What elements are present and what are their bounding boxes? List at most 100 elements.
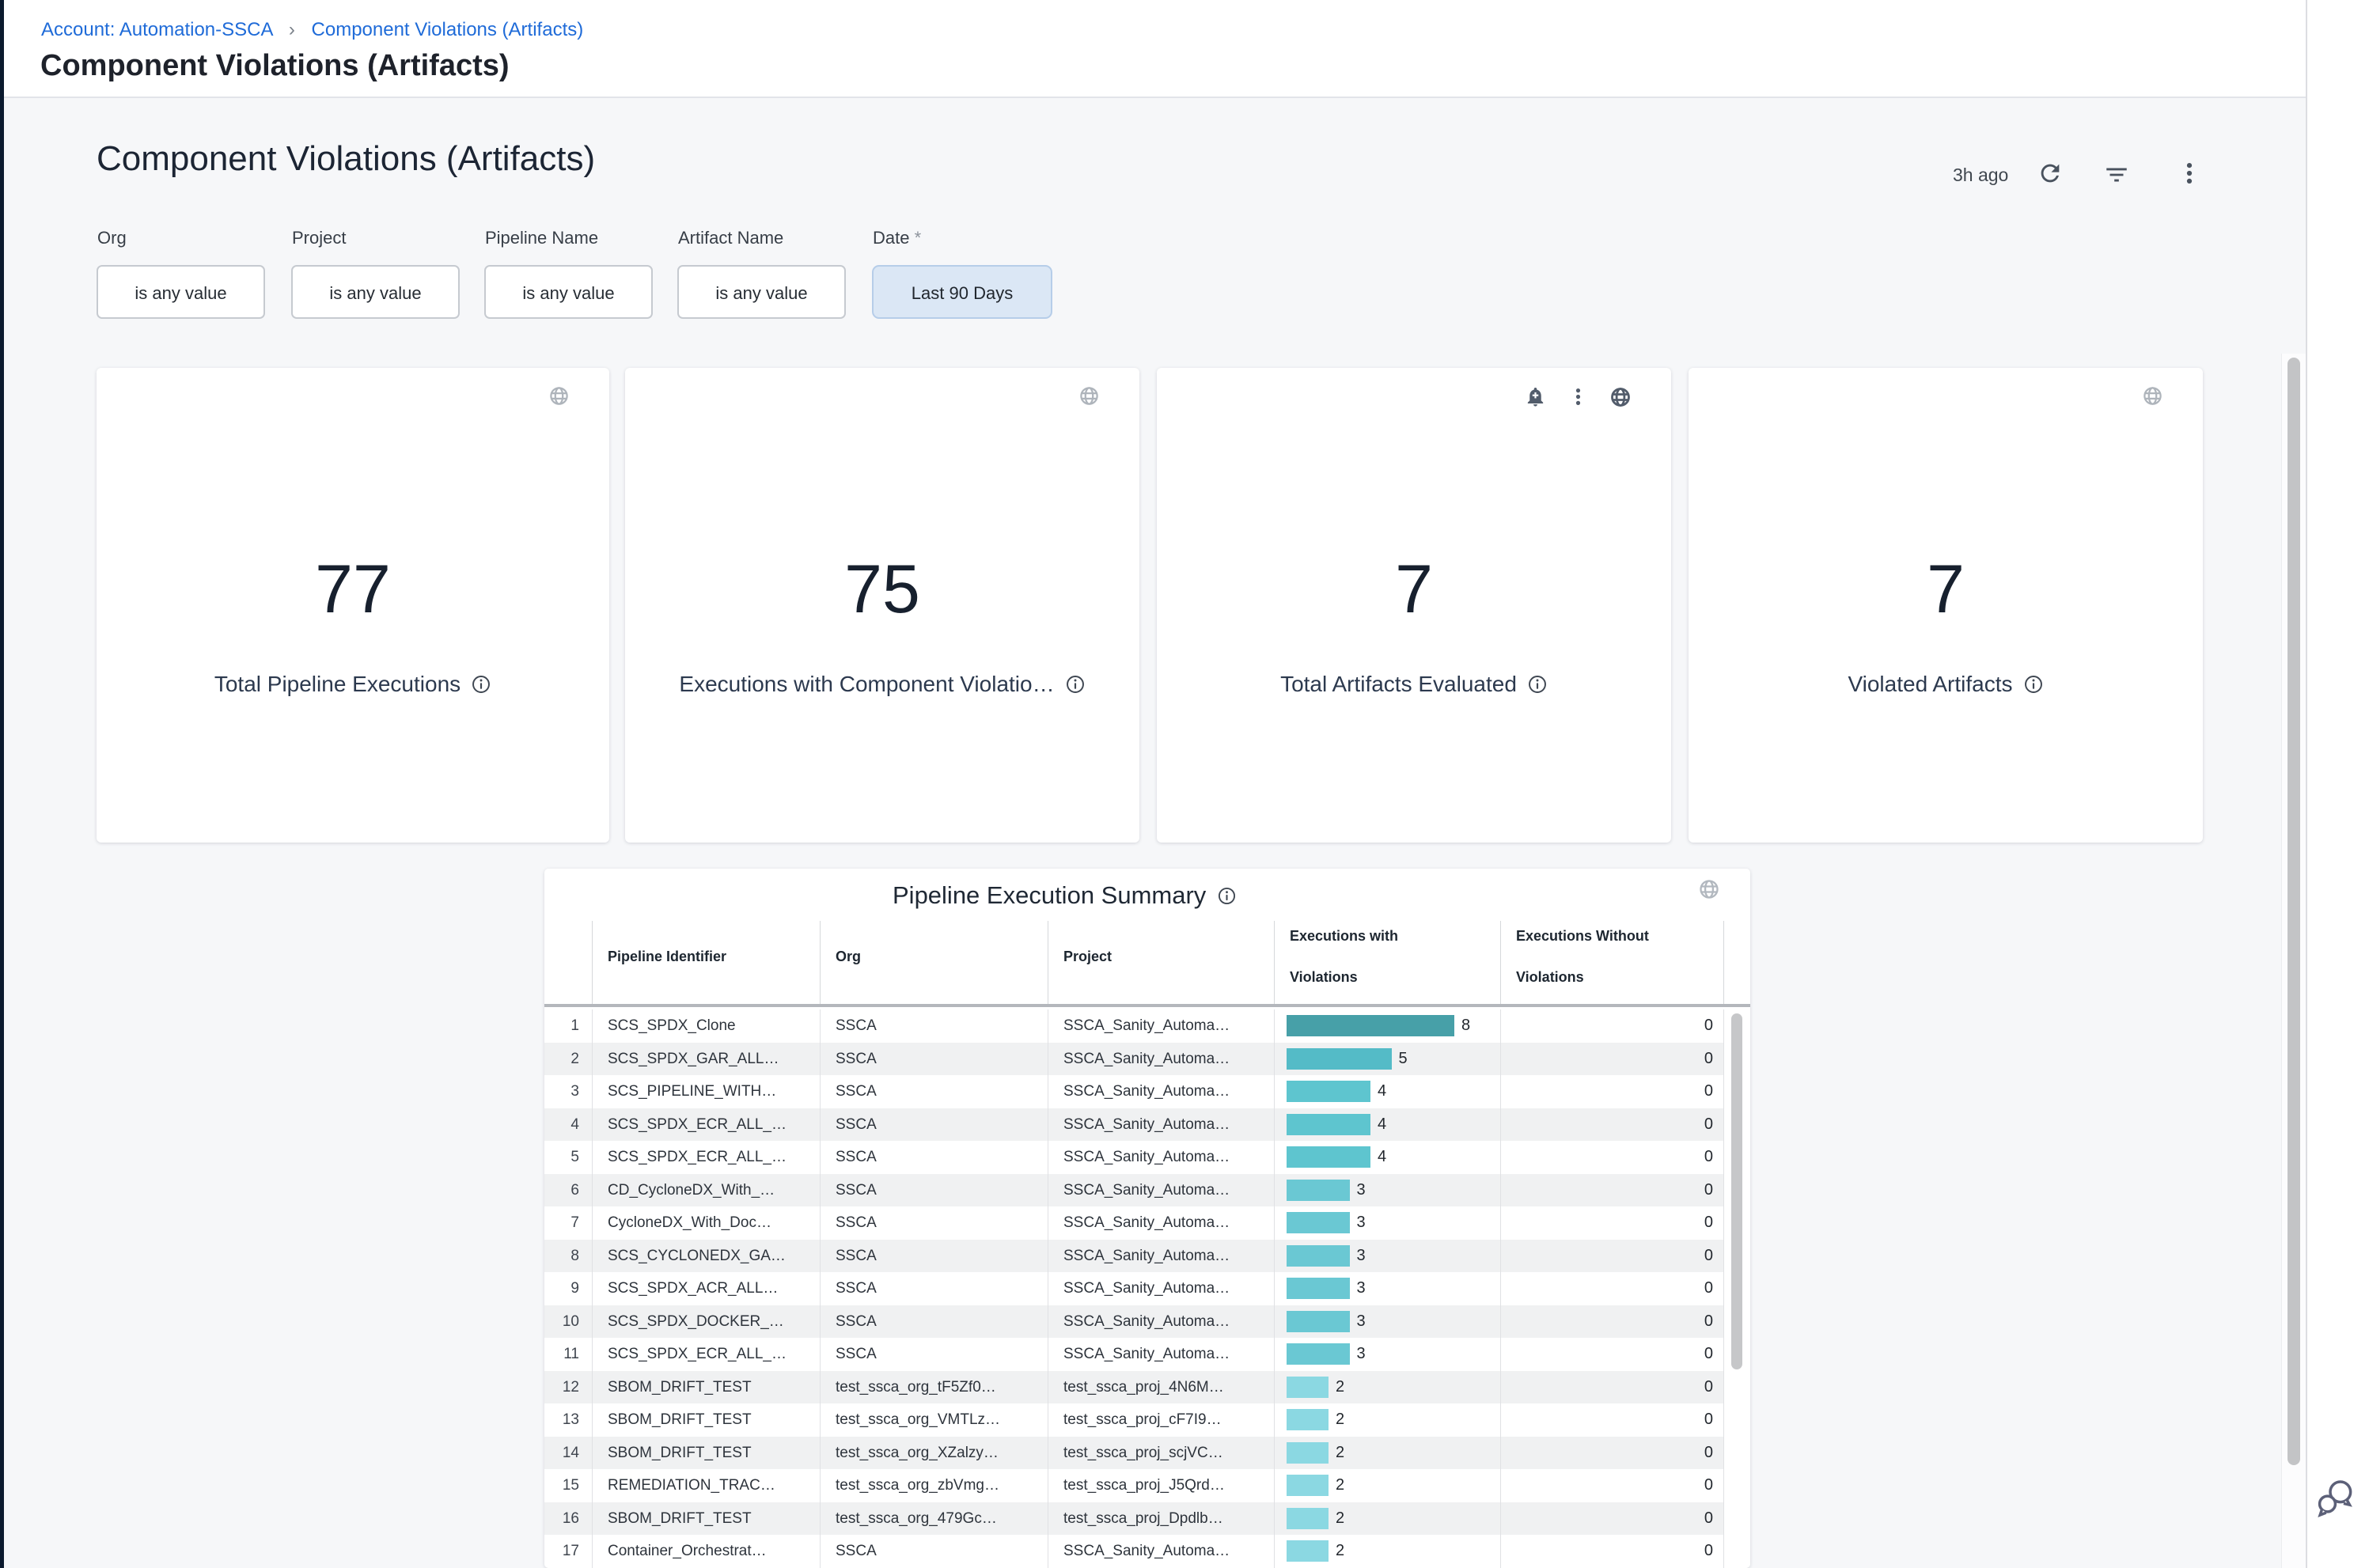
tile-total-pipeline-executions: 77 Total Pipeline Executions <box>97 368 609 843</box>
cell-executions-without-violations: 0 <box>1557 1009 1713 1043</box>
violations-bar-value: 3 <box>1357 1305 1366 1339</box>
cell-project: SSCA_Sanity_Automa… <box>1063 1338 1274 1371</box>
violations-bar <box>1287 1475 1329 1496</box>
violations-bar-value: 2 <box>1336 1403 1344 1437</box>
column-header-project[interactable]: Project <box>1063 948 1112 965</box>
column-header-executions-with-violations[interactable]: Executions withViolations <box>1290 927 1398 986</box>
violations-bar <box>1287 1114 1370 1135</box>
filter-org-value[interactable]: is any value <box>97 265 265 319</box>
violations-bar <box>1287 1377 1329 1398</box>
add-alert-icon[interactable] <box>1524 385 1547 408</box>
cell-org: test_ssca_org_tF5Zf0… <box>836 1371 1048 1404</box>
violations-bar-value: 3 <box>1357 1206 1366 1240</box>
breadcrumb-account-link[interactable]: Account: Automation-SSCA <box>41 19 272 40</box>
table-row[interactable]: 9SCS_SPDX_ACR_ALL…SSCASSCA_Sanity_Automa… <box>544 1272 1723 1305</box>
table-row[interactable]: 16SBOM_DRIFT_TESTtest_ssca_org_479Gc…tes… <box>544 1502 1723 1536</box>
cell-executions-without-violations: 0 <box>1557 1371 1713 1404</box>
info-icon[interactable] <box>471 674 491 695</box>
violations-bar <box>1287 1048 1392 1070</box>
globe-icon[interactable] <box>1698 878 1720 900</box>
tile-more-menu-icon[interactable] <box>1567 386 1589 407</box>
cell-executions-without-violations: 0 <box>1557 1535 1713 1568</box>
tile-label: Total Artifacts Evaluated <box>1280 672 1517 697</box>
cell-pipeline-identifier: SBOM_DRIFT_TEST <box>608 1502 820 1536</box>
row-number: 9 <box>544 1272 579 1305</box>
cell-pipeline-identifier: SBOM_DRIFT_TEST <box>608 1437 820 1470</box>
violations-bar-value: 3 <box>1357 1338 1366 1371</box>
refresh-icon[interactable] <box>2037 160 2064 187</box>
cell-pipeline-identifier: SCS_SPDX_ECR_ALL_… <box>608 1338 820 1371</box>
row-number: 10 <box>544 1305 579 1339</box>
table-row[interactable]: 7CycloneDX_With_Doc…SSCASSCA_Sanity_Auto… <box>544 1206 1723 1240</box>
globe-icon[interactable] <box>2142 385 2163 407</box>
table-row[interactable]: 14SBOM_DRIFT_TESTtest_ssca_org_XZalzy…te… <box>544 1437 1723 1470</box>
cell-project: test_ssca_proj_4N6M… <box>1063 1371 1274 1404</box>
column-header-executions-without-violations[interactable]: Executions WithoutViolations <box>1516 927 1649 986</box>
page-title: Component Violations (Artifacts) <box>40 49 510 83</box>
table-row[interactable]: 17Container_Orchestrat…SSCASSCA_Sanity_A… <box>544 1535 1723 1568</box>
tile-value: 75 <box>625 548 1139 631</box>
table-row[interactable]: 2SCS_SPDX_GAR_ALL…SSCASSCA_Sanity_Automa… <box>544 1043 1723 1076</box>
table-row[interactable]: 4SCS_SPDX_ECR_ALL_…SSCASSCA_Sanity_Autom… <box>544 1108 1723 1142</box>
violations-bar <box>1287 1212 1350 1233</box>
violations-bar-value: 3 <box>1357 1174 1366 1207</box>
violations-bar <box>1287 1015 1454 1036</box>
breadcrumb: Account: Automation-SSCA › Component Vio… <box>41 19 583 41</box>
violations-bar-value: 4 <box>1378 1141 1386 1174</box>
table-row[interactable]: 8SCS_CYCLONEDX_GA…SSCASSCA_Sanity_Automa… <box>544 1240 1723 1273</box>
cell-org: SSCA <box>836 1075 1048 1108</box>
table-row[interactable]: 1SCS_SPDX_CloneSSCASSCA_Sanity_Automa…80 <box>544 1009 1723 1043</box>
cell-pipeline-identifier: SCS_PIPELINE_WITH… <box>608 1075 820 1108</box>
cell-project: SSCA_Sanity_Automa… <box>1063 1141 1274 1174</box>
column-header-org[interactable]: Org <box>836 948 861 965</box>
cell-executions-without-violations: 0 <box>1557 1469 1713 1502</box>
table-title: Pipeline Execution Summary <box>893 881 1206 910</box>
violations-bar <box>1287 1278 1350 1299</box>
column-divider <box>1500 1009 1501 1568</box>
info-icon[interactable] <box>2023 674 2044 695</box>
globe-icon[interactable] <box>1078 385 1100 407</box>
violations-bar <box>1287 1540 1329 1562</box>
cell-executions-without-violations: 0 <box>1557 1075 1713 1108</box>
table-row[interactable]: 3SCS_PIPELINE_WITH…SSCASSCA_Sanity_Autom… <box>544 1075 1723 1108</box>
info-icon[interactable] <box>1217 886 1237 906</box>
chat-bubbles-icon[interactable] <box>2314 1476 2358 1521</box>
filter-artifact-name-value[interactable]: is any value <box>677 265 846 319</box>
tile-value: 7 <box>1689 548 2203 631</box>
breadcrumb-current-link[interactable]: Component Violations (Artifacts) <box>312 19 584 40</box>
cell-executions-without-violations: 0 <box>1557 1437 1713 1470</box>
globe-icon[interactable] <box>548 385 570 407</box>
filter-project-label: Project <box>292 228 346 248</box>
table-scrollbar-thumb[interactable] <box>1731 1013 1742 1369</box>
cell-project: test_ssca_proj_scjVC… <box>1063 1437 1274 1470</box>
table-row[interactable]: 5SCS_SPDX_ECR_ALL_…SSCASSCA_Sanity_Autom… <box>544 1141 1723 1174</box>
info-icon[interactable] <box>1065 674 1086 695</box>
table-row[interactable]: 15REMEDIATION_TRAC…test_ssca_org_zbVmg…t… <box>544 1469 1723 1502</box>
row-number: 6 <box>544 1174 579 1207</box>
cell-pipeline-identifier: SCS_SPDX_ECR_ALL_… <box>608 1141 820 1174</box>
row-number: 1 <box>544 1009 579 1043</box>
table-row[interactable]: 10SCS_SPDX_DOCKER_…SSCASSCA_Sanity_Autom… <box>544 1305 1723 1339</box>
tile-violated-artifacts: 7 Violated Artifacts <box>1689 368 2203 843</box>
cell-project: test_ssca_proj_J5Qrd… <box>1063 1469 1274 1502</box>
table-row[interactable]: 11SCS_SPDX_ECR_ALL_…SSCASSCA_Sanity_Auto… <box>544 1338 1723 1371</box>
cell-project: SSCA_Sanity_Automa… <box>1063 1075 1274 1108</box>
filter-project-value[interactable]: is any value <box>291 265 460 319</box>
column-header-pipeline-identifier[interactable]: Pipeline Identifier <box>608 948 726 965</box>
table-row[interactable]: 13SBOM_DRIFT_TESTtest_ssca_org_VMTLz…tes… <box>544 1403 1723 1437</box>
globe-icon[interactable] <box>1609 386 1632 408</box>
page-scrollbar-thumb[interactable] <box>2288 358 2300 1465</box>
row-number: 2 <box>544 1043 579 1076</box>
header-bottom-border <box>544 1004 1750 1007</box>
filter-icon[interactable] <box>2103 161 2130 188</box>
info-icon[interactable] <box>1527 674 1548 695</box>
violations-bar <box>1287 1343 1350 1365</box>
filter-pipeline-name-value[interactable]: is any value <box>484 265 653 319</box>
row-number: 14 <box>544 1437 579 1470</box>
table-row[interactable]: 12SBOM_DRIFT_TESTtest_ssca_org_tF5Zf0…te… <box>544 1371 1723 1404</box>
more-menu-icon[interactable] <box>2176 160 2203 187</box>
violations-bar <box>1287 1508 1329 1529</box>
cell-project: SSCA_Sanity_Automa… <box>1063 1009 1274 1043</box>
filter-date-value[interactable]: Last 90 Days <box>872 265 1052 319</box>
table-row[interactable]: 6CD_CycloneDX_With_…SSCASSCA_Sanity_Auto… <box>544 1174 1723 1207</box>
